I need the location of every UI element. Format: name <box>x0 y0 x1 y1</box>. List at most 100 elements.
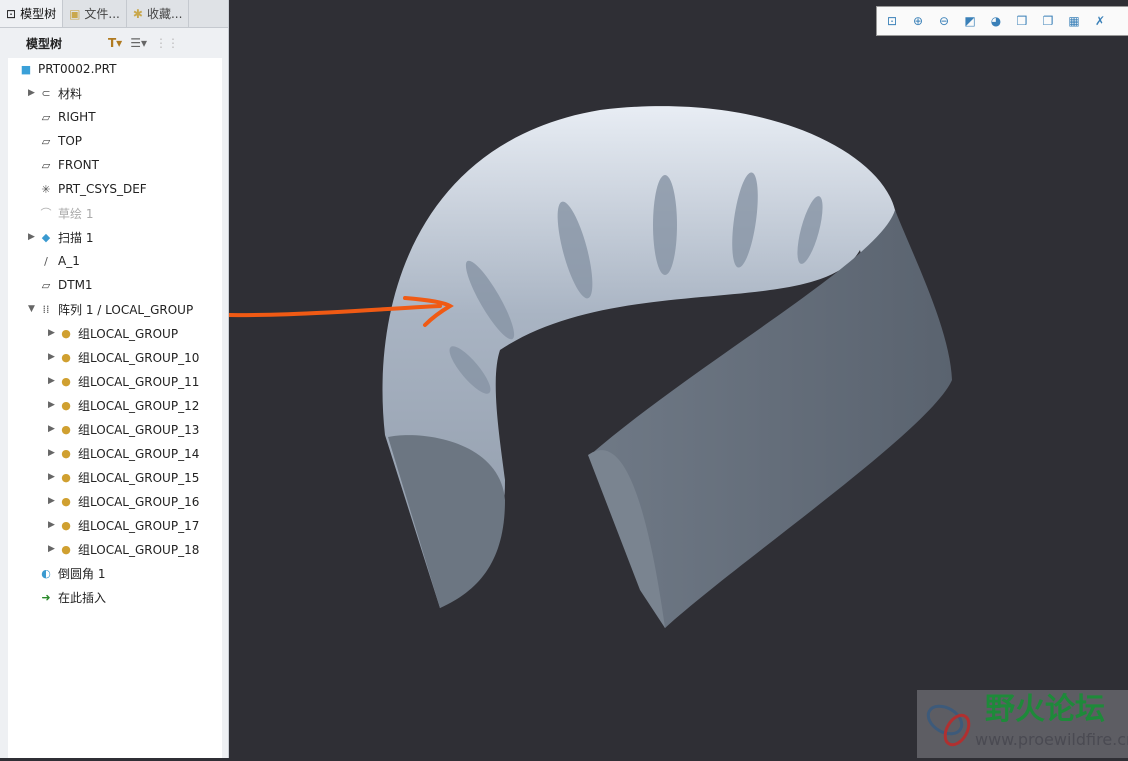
tree-item-label: 倒圆角 1 <box>58 566 106 581</box>
filter-icon[interactable]: ⋮⋮ <box>155 36 179 50</box>
watermark-url: www.proewildfire.cn <box>975 730 1128 749</box>
axis-icon: / <box>44 254 48 268</box>
group-icon: ● <box>61 446 71 460</box>
group-icon: ● <box>61 374 71 388</box>
tree-item-label: 组LOCAL_GROUP_12 <box>78 398 200 413</box>
tree-item-label: 组LOCAL_GROUP_13 <box>78 422 200 437</box>
tree-item[interactable]: ▶ ● 组LOCAL_GROUP_18 <box>48 538 199 560</box>
tree-item-label: DTM1 <box>58 278 93 292</box>
view-toolbar: ⊡ ⊕ ⊖ ◩ ◕ ❒ ❐ ▦ ✗ <box>876 6 1128 36</box>
view-manager-icon[interactable]: ❐ <box>1039 12 1057 30</box>
round-icon: ◐ <box>41 566 51 580</box>
group-icon: ● <box>61 518 71 532</box>
spin-center-icon[interactable]: ▦ <box>1065 12 1083 30</box>
expand-toggle-icon[interactable]: ▼ <box>28 304 38 314</box>
expand-toggle-icon[interactable]: ▶ <box>28 232 38 242</box>
display-style-icon[interactable]: ◕ <box>987 12 1005 30</box>
tree-item-label: FRONT <box>58 158 99 172</box>
tree-item[interactable]: ▶ ⊂ 材料 <box>28 82 82 104</box>
show-list-icon[interactable]: ☰▾ <box>130 36 147 50</box>
tree-item[interactable]: ⌒ 草绘 1 <box>28 202 94 224</box>
tree-item-label: TOP <box>58 134 83 148</box>
model-tree-panel: ⊡ 模型树 ▣ 文件... ✱ 收藏... 模型树 T▾ ☰▾ ⋮⋮ ■ PRT0002… <box>0 0 229 758</box>
tree-item-label: PRT_CSYS_DEF <box>58 182 147 196</box>
refit-icon[interactable]: ⊡ <box>883 12 901 30</box>
expand-toggle-icon[interactable]: ▶ <box>48 496 58 506</box>
tree-item[interactable]: ▶ ● 组LOCAL_GROUP_13 <box>48 418 199 440</box>
tree-item[interactable]: ▼ ⁞⁞ 阵列 1 / LOCAL_GROUP <box>28 298 193 320</box>
expand-toggle-icon[interactable]: ▶ <box>48 328 58 338</box>
tree-icon: ⊡ <box>6 6 17 21</box>
tree-item[interactable]: ▱ RIGHT <box>28 106 96 128</box>
tree-item-label: 在此插入 <box>58 590 107 605</box>
group-icon: ● <box>61 326 71 340</box>
tree-item[interactable]: / A_1 <box>28 250 80 272</box>
tree-item[interactable]: ▶ ● 组LOCAL_GROUP_12 <box>48 394 199 416</box>
group-icon: ● <box>61 422 71 436</box>
saved-views-icon[interactable]: ❒ <box>1013 12 1031 30</box>
tree-item-label: 草绘 1 <box>58 206 94 221</box>
material-icon: ⊂ <box>41 86 51 100</box>
datum-plane-icon: ▱ <box>41 278 51 292</box>
tree-item-label: 组LOCAL_GROUP_10 <box>78 350 200 365</box>
sweep-icon: ◆ <box>41 230 51 244</box>
tree-item-label: 扫描 1 <box>58 230 94 245</box>
tree-item-label: RIGHT <box>58 110 96 124</box>
tree-item-label: PRT0002.PRT <box>38 62 117 76</box>
tree-item[interactable]: ➜ 在此插入 <box>28 586 106 608</box>
panel-tabs: ⊡ 模型树 ▣ 文件... ✱ 收藏... <box>0 0 228 28</box>
tree-item[interactable]: ▱ TOP <box>28 130 82 152</box>
expand-toggle-icon[interactable]: ▶ <box>48 424 58 434</box>
tree-item-label: 组LOCAL_GROUP_16 <box>78 494 200 509</box>
part-icon: ■ <box>20 62 32 76</box>
datum-display-icon[interactable]: ✗ <box>1091 12 1109 30</box>
tree-item-label: 组LOCAL_GROUP_18 <box>78 542 200 557</box>
expand-toggle-icon[interactable]: ▶ <box>28 88 38 98</box>
tree-item[interactable]: ▱ DTM1 <box>28 274 93 296</box>
expand-toggle-icon[interactable]: ▶ <box>48 472 58 482</box>
favorites-icon: ✱ <box>132 6 143 21</box>
tab-favorites[interactable]: ✱ 收藏... <box>127 0 190 27</box>
tree-item-label: 组LOCAL_GROUP_11 <box>78 374 200 389</box>
tab-model-tree[interactable]: ⊡ 模型树 <box>0 0 64 27</box>
tree-item[interactable]: ◐ 倒圆角 1 <box>28 562 105 584</box>
expand-toggle-icon[interactable]: ▶ <box>48 376 58 386</box>
expand-toggle-icon[interactable]: ▶ <box>48 352 58 362</box>
tree-item[interactable]: ■ PRT0002.PRT <box>8 58 117 80</box>
tree-item[interactable]: ▶ ◆ 扫描 1 <box>28 226 93 248</box>
csys-icon: ✳ <box>41 182 51 196</box>
tab-files[interactable]: ▣ 文件... <box>63 0 127 27</box>
zoom-out-icon[interactable]: ⊖ <box>935 12 953 30</box>
group-icon: ● <box>61 398 71 412</box>
tree-item[interactable]: ▱ FRONT <box>28 154 99 176</box>
expand-toggle-icon[interactable]: ▶ <box>48 400 58 410</box>
tree-item[interactable]: ▶ ● 组LOCAL_GROUP_11 <box>48 370 199 392</box>
tree-toolbar: 模型树 T▾ ☰▾ ⋮⋮ <box>0 28 228 58</box>
tree-item-label: 组LOCAL_GROUP_17 <box>78 518 200 533</box>
tree-item[interactable]: ▶ ● 组LOCAL_GROUP_14 <box>48 442 199 464</box>
tree-item-label: 组LOCAL_GROUP <box>78 326 179 341</box>
model-tree: ■ PRT0002.PRT ▶ ⊂ 材料 ▱ RIGHT ▱ TOP ▱ FRONT ✳ PRT_CSY… <box>8 58 222 758</box>
tree-item[interactable]: ✳ PRT_CSYS_DEF <box>28 178 147 200</box>
folder-files-icon: ▣ <box>69 6 81 21</box>
expand-toggle-icon[interactable]: ▶ <box>48 520 58 530</box>
group-icon: ● <box>61 494 71 508</box>
tree-item[interactable]: ▶ ● 组LOCAL_GROUP_17 <box>48 514 199 536</box>
expand-toggle-icon[interactable]: ▶ <box>48 448 58 458</box>
watermark-emblem-icon <box>926 704 971 747</box>
zoom-in-icon[interactable]: ⊕ <box>909 12 927 30</box>
watermark-name: 野火论坛 <box>985 692 1105 727</box>
tree-item[interactable]: ▶ ● 组LOCAL_GROUP_15 <box>48 466 199 488</box>
expand-toggle-icon[interactable]: ▶ <box>48 544 58 554</box>
tree-title: 模型树 <box>26 36 63 51</box>
graphics-viewport[interactable] <box>183 0 1128 758</box>
sketch-icon: ⌒ <box>40 207 52 220</box>
group-icon: ● <box>61 542 71 556</box>
settings-tools-icon[interactable]: T▾ <box>108 36 122 50</box>
tree-item[interactable]: ▶ ● 组LOCAL_GROUP <box>48 322 178 344</box>
tree-item[interactable]: ▶ ● 组LOCAL_GROUP_10 <box>48 346 199 368</box>
tree-item[interactable]: ▶ ● 组LOCAL_GROUP_16 <box>48 490 199 512</box>
group-icon: ● <box>61 350 71 364</box>
tree-item-label: 组LOCAL_GROUP_14 <box>78 446 200 461</box>
repaint-icon[interactable]: ◩ <box>961 12 979 30</box>
